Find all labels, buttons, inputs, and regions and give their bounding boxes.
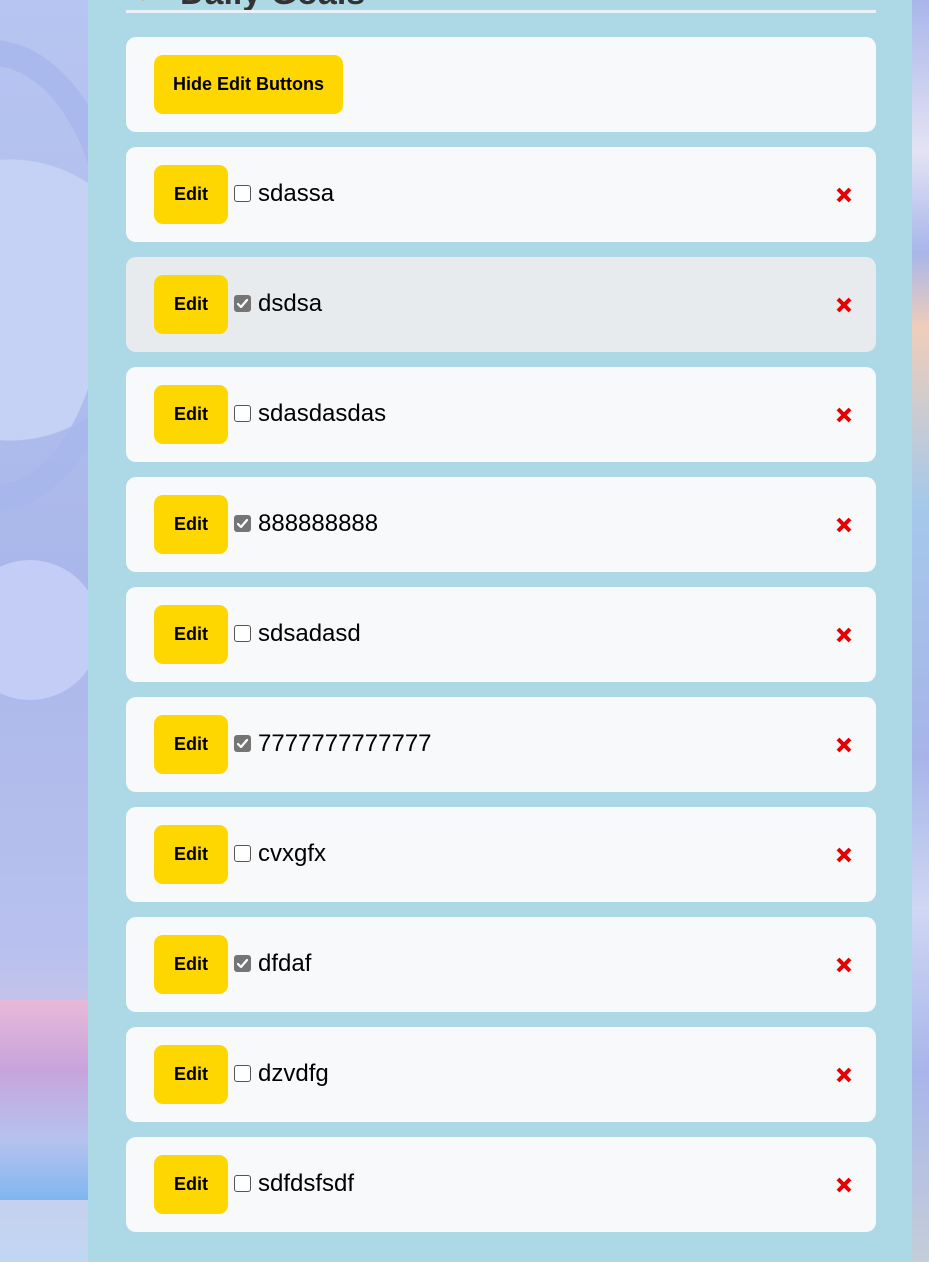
edit-button[interactable]: Edit xyxy=(154,385,228,444)
checkmark-icon xyxy=(236,738,249,749)
task-checkbox[interactable] xyxy=(234,845,251,862)
task-item: Edit sdfdsfsdf xyxy=(126,1137,876,1232)
task-text: 888888888 xyxy=(258,510,379,537)
background-clock-ring xyxy=(0,40,88,512)
task-item: Edit dfdaf xyxy=(126,917,876,1012)
background-shape xyxy=(0,560,88,700)
task-text: 7777777777777 xyxy=(258,730,432,757)
page-header: ✺ Daily Goals xyxy=(126,0,365,12)
title-divider xyxy=(126,10,876,13)
background-left xyxy=(0,0,88,1262)
background-cup xyxy=(0,1000,88,1200)
edit-button[interactable]: Edit xyxy=(154,935,228,994)
checkmark-icon xyxy=(236,298,249,309)
delete-x-icon[interactable] xyxy=(835,1176,853,1194)
edit-button[interactable]: Edit xyxy=(154,715,228,774)
delete-x-icon[interactable] xyxy=(835,736,853,754)
controls-card: Hide Edit Buttons xyxy=(126,37,876,132)
task-checkbox[interactable] xyxy=(234,735,251,752)
delete-x-icon[interactable] xyxy=(835,296,853,314)
edit-button[interactable]: Edit xyxy=(154,825,228,884)
delete-x-icon[interactable] xyxy=(835,626,853,644)
task-item: Edit dsdsa xyxy=(126,257,876,352)
hide-edit-buttons-button[interactable]: Hide Edit Buttons xyxy=(154,55,343,114)
task-text: sdasdasdas xyxy=(258,400,387,427)
task-checkbox[interactable] xyxy=(234,1065,251,1082)
task-item: Edit 888888888 xyxy=(126,477,876,572)
task-text: cvxgfx xyxy=(258,840,327,867)
background-right xyxy=(912,0,929,1262)
task-item: Edit dzvdfg xyxy=(126,1027,876,1122)
task-checkbox[interactable] xyxy=(234,625,251,642)
task-checkbox[interactable] xyxy=(234,185,251,202)
edit-button[interactable]: Edit xyxy=(154,1155,228,1214)
task-item: Edit cvxgfx xyxy=(126,807,876,902)
task-checkbox[interactable] xyxy=(234,295,251,312)
task-text: dsdsa xyxy=(258,290,323,317)
delete-x-icon[interactable] xyxy=(835,186,853,204)
edit-button[interactable]: Edit xyxy=(154,1045,228,1104)
task-text: sdassa xyxy=(258,180,335,207)
task-item: Edit 7777777777777 xyxy=(126,697,876,792)
sun-icon: ✺ xyxy=(134,0,158,5)
task-checkbox[interactable] xyxy=(234,405,251,422)
task-text: dzvdfg xyxy=(258,1060,329,1087)
task-text: dfdaf xyxy=(258,950,312,977)
task-checkbox[interactable] xyxy=(234,515,251,532)
task-checkbox[interactable] xyxy=(234,955,251,972)
checkmark-icon xyxy=(236,518,249,529)
delete-x-icon[interactable] xyxy=(835,956,853,974)
edit-button[interactable]: Edit xyxy=(154,605,228,664)
task-text: sdfdsfsdf xyxy=(258,1170,355,1197)
task-item: Edit sdasdasdas xyxy=(126,367,876,462)
delete-x-icon[interactable] xyxy=(835,406,853,424)
checkmark-icon xyxy=(236,958,249,969)
delete-x-icon[interactable] xyxy=(835,516,853,534)
task-text: sdsadasd xyxy=(258,620,361,647)
delete-x-icon[interactable] xyxy=(835,1066,853,1084)
edit-button[interactable]: Edit xyxy=(154,495,228,554)
edit-button[interactable]: Edit xyxy=(154,165,228,224)
task-checkbox[interactable] xyxy=(234,1175,251,1192)
task-item: Edit sdassa xyxy=(126,147,876,242)
task-item: Edit sdsadasd xyxy=(126,587,876,682)
delete-x-icon[interactable] xyxy=(835,846,853,864)
edit-button[interactable]: Edit xyxy=(154,275,228,334)
